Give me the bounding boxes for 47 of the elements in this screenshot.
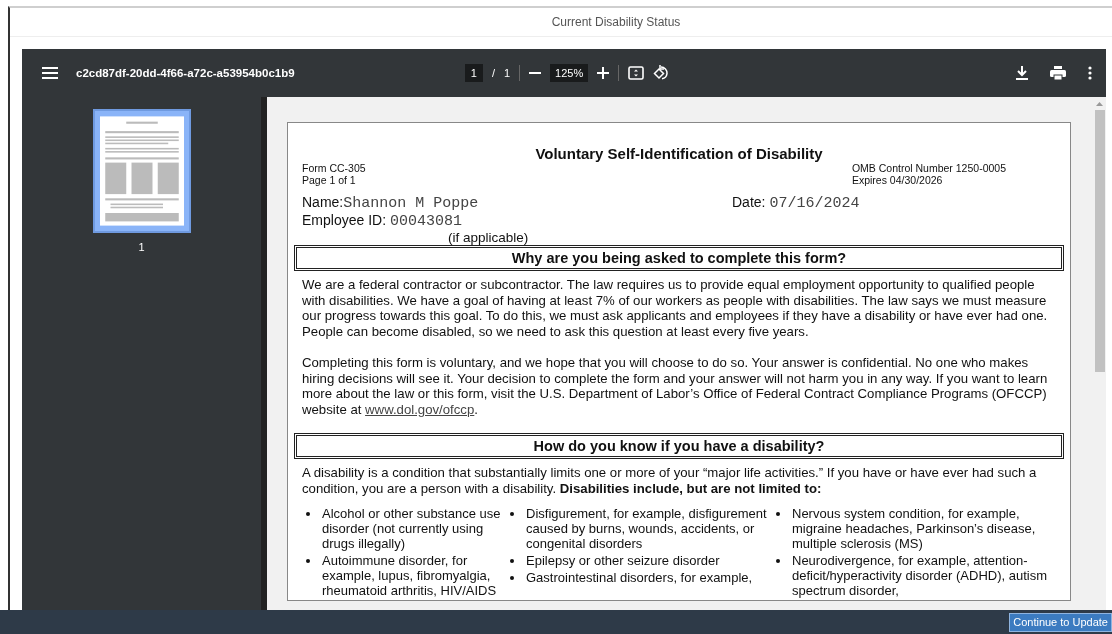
- name-value: Shannon M Poppe: [343, 195, 479, 212]
- expiry-date: Expires 04/30/2026: [851, 174, 944, 186]
- paragraph: We are a federal contractor or subcontractor. The law requires us to provide equal employment opportunity to qualified people with disabilities. We have a goal of having at least 7% of our workers as people with disabilities. The law says we must measure our progress towards this goal. To do this, we must ask applicants and employees if they have a disability or have ever had one. People can become disabled, so we need to ask this question at least every five years.: [302, 277, 1049, 339]
- list-item: Epilepsy or other seizure disorder: [526, 553, 720, 568]
- page-thumbnail-label: 1: [138, 241, 145, 253]
- field-hint: (if applicable): [448, 230, 529, 245]
- zoom-in-icon[interactable]: [597, 67, 610, 79]
- list-item: Disfigurement, for example, disfigurement caused by burns, wounds, accidents, or congenital disorders: [526, 506, 768, 551]
- bullet-icon: [306, 559, 310, 563]
- file-name: c2cd87df-20dd-4f66-a72c-a53954b0c1b9: [76, 67, 295, 79]
- bullet-icon: [776, 559, 780, 563]
- list-item: Autoimmune disorder, for example, lupus, fibromyalgia, rheumatoid arthritis, HIV/AIDS: [322, 553, 498, 598]
- page-count: 1: [503, 67, 511, 79]
- name-label: Name:: [302, 194, 344, 210]
- bullet-icon: [306, 512, 310, 516]
- bullet-icon: [776, 512, 780, 516]
- zoom-field[interactable]: 125%: [550, 64, 589, 82]
- page-number-field[interactable]: 1: [464, 64, 483, 82]
- date-label: Date:: [732, 194, 766, 210]
- more-options-icon[interactable]: [1088, 66, 1092, 80]
- bullet-icon: [510, 512, 514, 516]
- bullet-icon: [510, 559, 514, 563]
- omb-number: OMB Control Number 1250-0005: [851, 162, 1006, 174]
- continue-button[interactable]: Continue to Update: [1009, 612, 1112, 632]
- menu-icon[interactable]: [42, 67, 58, 79]
- section-heading: Why are you being asked to complete this form?: [294, 245, 1064, 271]
- page-label: Page 1 of 1: [302, 174, 357, 186]
- bullet-icon: [510, 576, 514, 580]
- paragraph: A disability is a condition that substantially limits one or more of your “major life activities.” If you have or have ever had such a condition, you are a person with a disability. Disabilities include, but are not limited to:: [302, 465, 1038, 496]
- paragraph: Completing this form is voluntary, and we hope that you will choose to do so. Your answer is confidential. No one who makes hiring decisions will see it. Your decision to complete the form and your answer will not harm you in any way. If you want to learn more about the law or this form, visit the U.S. Department of Labor’s Office of Federal Contract Compliance Programs (OFCCP) website at www.dol.gov/ofccp.: [302, 355, 1049, 417]
- list-item: Alcohol or other substance use disorder (not currently using drugs illegally): [322, 506, 502, 551]
- page-separator: /: [491, 67, 495, 79]
- window-title: Current Disability Status: [551, 15, 681, 29]
- document-title: Voluntary Self-Identification of Disability: [534, 145, 824, 162]
- fit-page-icon[interactable]: [628, 66, 645, 80]
- page-thumbnail[interactable]: [92, 109, 191, 233]
- list-item: Neurodivergence, for example, attention-deficit/hyperactivity disorder (ADHD), autism spectrum disorder,: [792, 553, 1049, 598]
- employee-id-value: 00043081: [390, 213, 462, 230]
- print-icon[interactable]: [1050, 66, 1066, 80]
- download-icon[interactable]: [1016, 66, 1028, 80]
- employee-id-label: Employee ID:: [302, 212, 387, 228]
- list-item: Nervous system condition, for example, migraine headaches, Parkinson’s disease, multiple sclerosis (MS): [792, 506, 1037, 551]
- date-value: 07/16/2024: [769, 195, 860, 212]
- form-number: Form CC-305: [302, 162, 366, 174]
- list-item: Gastrointestinal disorders, for example,: [526, 570, 753, 585]
- rotate-icon[interactable]: [653, 65, 670, 81]
- section-heading: How do you know if you have a disability?: [294, 433, 1064, 459]
